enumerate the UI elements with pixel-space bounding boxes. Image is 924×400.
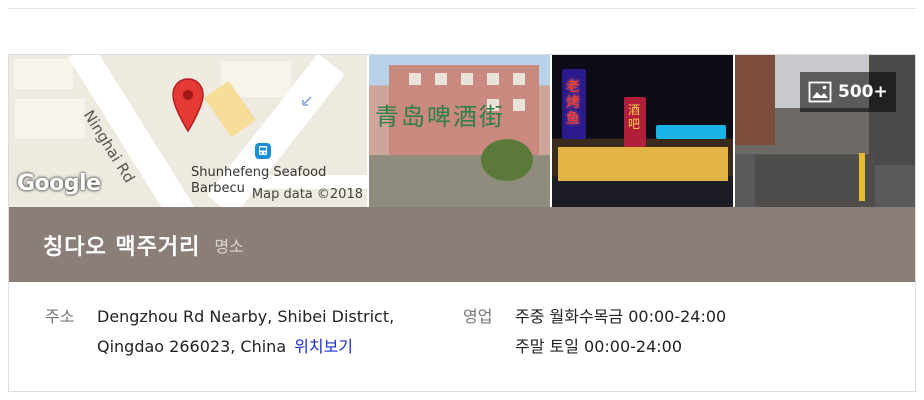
- window: [487, 73, 499, 85]
- window: [513, 73, 525, 85]
- google-logo: Google: [17, 171, 101, 196]
- view-location-link[interactable]: 위치보기: [294, 337, 353, 356]
- lit-storefront: [558, 147, 728, 181]
- one-way-arrow-icon: [302, 96, 312, 106]
- place-name[interactable]: 칭다오 맥주거리: [43, 229, 200, 261]
- photo-2[interactable]: 老烤鱼 酒吧: [552, 55, 733, 207]
- map-thumbnail[interactable]: Ninghai Rd Shunhefeng Seafood Barbecu Go…: [9, 55, 367, 207]
- hours-label: 영업: [463, 307, 493, 326]
- photo-count: 500+: [838, 82, 888, 102]
- map-block: [15, 99, 85, 139]
- window: [461, 73, 473, 85]
- address-row: 주소 Dengzhou Rd Nearby, Shibei District, …: [45, 302, 394, 362]
- place-card: Ninghai Rd Shunhefeng Seafood Barbecu Go…: [8, 54, 916, 392]
- media-strip: Ninghai Rd Shunhefeng Seafood Barbecu Go…: [9, 55, 915, 207]
- neon-strip: [656, 125, 726, 139]
- neon-sign-text: 老烤鱼: [566, 79, 580, 127]
- hours-value: 주중 월화수목금 00:00-24:00 주말 토일 00:00-24:00: [515, 302, 726, 362]
- window: [435, 73, 447, 85]
- street: [755, 155, 875, 207]
- beer-street-sign: 青岛啤酒街: [375, 103, 505, 131]
- gallery-icon: [808, 81, 832, 103]
- top-divider: [8, 8, 916, 9]
- bollard: [859, 153, 865, 201]
- place-details: 주소 Dengzhou Rd Nearby, Shibei District, …: [9, 282, 915, 391]
- title-band: 칭다오 맥주거리 명소: [9, 207, 915, 282]
- address-line2-row: Qingdao 266023, China 위치보기: [97, 332, 394, 362]
- map-data-attribution: Map data ©2018: [251, 187, 363, 202]
- map-block: [13, 59, 73, 89]
- bus-stop-icon: [255, 143, 271, 159]
- hours-weekend: 주말 토일 00:00-24:00: [515, 337, 683, 356]
- window: [513, 99, 525, 111]
- place-label-line1: Shunhefeng Seafood: [191, 165, 327, 180]
- more-photos-button[interactable]: 500+: [800, 72, 896, 112]
- building: [735, 55, 775, 145]
- window: [409, 73, 421, 85]
- hours-row: 영업 주중 월화수목금 00:00-24:00 주말 토일 00:00-24:0…: [463, 302, 726, 362]
- place-category: 명소: [214, 236, 244, 256]
- address-line2: Qingdao 266023, China: [97, 337, 287, 356]
- address-value: Dengzhou Rd Nearby, Shibei District, Qin…: [97, 302, 394, 362]
- address-label: 주소: [45, 307, 75, 326]
- location-pin-icon: [172, 78, 204, 133]
- tree: [481, 139, 533, 181]
- hours-weekday: 주중 월화수목금 00:00-24:00: [515, 307, 727, 326]
- neon-sign-text: 酒吧: [628, 103, 641, 131]
- address-line1: Dengzhou Rd Nearby, Shibei District,: [97, 307, 395, 326]
- photo-1[interactable]: 青岛啤酒街: [369, 55, 550, 207]
